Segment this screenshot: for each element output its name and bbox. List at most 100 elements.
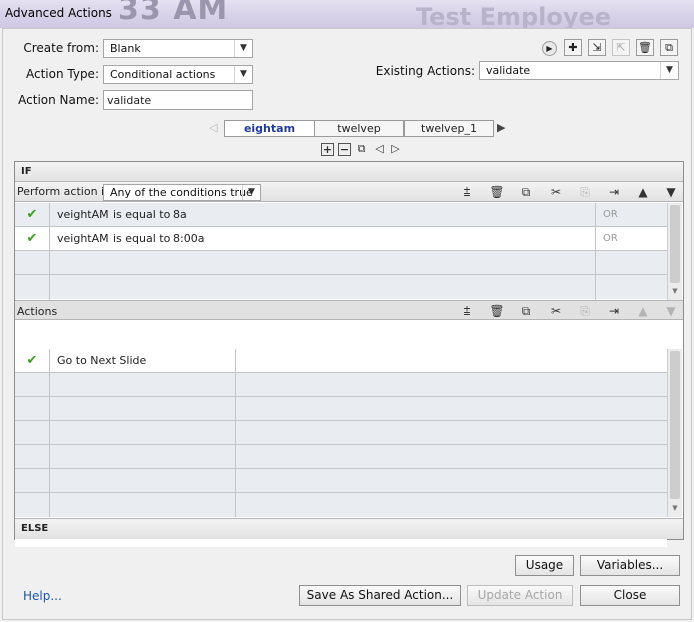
copy-action-button[interactable]: ⧉	[518, 304, 534, 318]
usage-button[interactable]: Usage	[515, 555, 574, 576]
delete-action-row-button[interactable]: 🗑	[489, 304, 505, 318]
action-row-empty[interactable]	[15, 445, 667, 469]
condition-value: 8a	[173, 208, 187, 221]
move-right-button[interactable]: ▷	[389, 143, 402, 156]
move-up-button[interactable]: ▲	[635, 185, 651, 199]
move-action-up-button[interactable]: ▲	[635, 304, 651, 318]
action-row-empty[interactable]	[15, 493, 667, 517]
background-text-time: 33 AM	[118, 0, 229, 27]
arrow-down-icon: ▼	[666, 304, 676, 318]
column-divider	[49, 349, 50, 517]
action-row-empty[interactable]	[15, 373, 667, 397]
action-type-select[interactable]: Conditional actions ▼	[103, 65, 253, 84]
else-header[interactable]: ELSE	[15, 518, 683, 539]
condition-row[interactable]: ✔ veightAM is equal to 8:00a OR	[15, 227, 667, 251]
action-row-empty[interactable]	[15, 469, 667, 493]
chevron-down-icon[interactable]: ▼	[668, 287, 682, 299]
create-from-value: Blank	[110, 42, 141, 55]
cut-action-button[interactable]: ✂	[548, 304, 564, 318]
column-divider	[235, 349, 236, 517]
condition-row-empty[interactable]	[15, 275, 667, 299]
check-icon: ✔	[26, 353, 38, 368]
tab-eightam[interactable]: eightam	[224, 120, 315, 137]
condition-mode-value: Any of the conditions true	[110, 186, 253, 199]
tab-scroll-left-icon[interactable]: ◁	[209, 121, 217, 134]
save-as-shared-action-button[interactable]: Save As Shared Action...	[299, 585, 461, 606]
paste-icon: ⎘	[580, 304, 590, 318]
background-text-name: Test Employee	[416, 3, 612, 28]
paste-action-button[interactable]: ⎘	[577, 304, 593, 318]
scissors-icon: ✂	[550, 304, 562, 318]
chevron-down-icon[interactable]: ▼	[668, 504, 682, 516]
plus-icon: +	[322, 143, 333, 156]
action-type-value: Conditional actions	[110, 68, 216, 81]
arrow-down-icon: ▼	[666, 185, 676, 199]
remove-decision-button[interactable]: −	[338, 143, 351, 156]
add-decision-button[interactable]: +	[321, 143, 334, 156]
scissors-icon: ✂	[550, 185, 562, 199]
action-name-input[interactable]: validate	[103, 90, 253, 110]
arrow-up-icon: ▲	[638, 185, 648, 199]
scroll-thumb[interactable]	[670, 351, 680, 499]
insert-after-button[interactable]: ⇥	[606, 185, 622, 199]
delete-action-button[interactable]: 🗑	[636, 39, 654, 56]
import-button[interactable]: ⇲	[588, 39, 606, 56]
action-name-label: Action Name:	[18, 93, 99, 107]
import-icon: ⇲	[592, 41, 602, 54]
trash-icon: 🗑	[489, 304, 505, 318]
close-button[interactable]: Close	[580, 585, 680, 606]
preview-button[interactable]: ▶	[542, 41, 557, 56]
insert-row-icon: ⩲	[463, 185, 471, 199]
condition-row-empty[interactable]	[15, 251, 667, 275]
tab-twelvep-1[interactable]: twelvep_1	[404, 120, 494, 137]
paste-row-button[interactable]: ⎘	[577, 185, 593, 199]
existing-actions-label: Existing Actions:	[375, 64, 475, 78]
trash-icon: 🗑	[638, 41, 652, 54]
actions-scrollbar[interactable]: ▼	[667, 349, 682, 517]
update-action-button[interactable]: Update Action	[467, 585, 573, 606]
move-down-button[interactable]: ▼	[663, 185, 679, 199]
triangle-left-icon: ◁	[375, 142, 384, 155]
insert-row-button[interactable]: ⩲	[459, 185, 475, 199]
condition-scrollbar[interactable]: ▼	[667, 203, 682, 300]
condition-value: 8:00a	[173, 232, 205, 245]
move-left-button[interactable]: ◁	[373, 143, 386, 156]
delete-row-button[interactable]: 🗑	[489, 185, 505, 199]
window-title: Advanced Actions	[5, 6, 112, 20]
cut-row-button[interactable]: ✂	[548, 185, 564, 199]
insert-action-after-button[interactable]: ⇥	[606, 304, 622, 318]
insert-after-icon: ⇥	[608, 185, 620, 199]
plus-icon: ✚	[568, 41, 578, 54]
check-icon: ✔	[26, 207, 38, 222]
condition-logic[interactable]: OR	[603, 203, 618, 227]
action-row-empty[interactable]	[15, 397, 667, 421]
duplicate-icon: ⧉	[665, 41, 673, 54]
create-from-select[interactable]: Blank ▼	[103, 39, 253, 58]
existing-actions-value: validate	[486, 64, 531, 77]
condition-logic[interactable]: OR	[603, 227, 618, 251]
action-row-empty[interactable]	[15, 421, 667, 445]
condition-variable: veightAM	[57, 232, 109, 245]
scroll-thumb[interactable]	[670, 205, 680, 283]
insert-action-button[interactable]: ⩲	[459, 304, 475, 318]
condition-mode-select[interactable]: Any of the conditions true ▼	[103, 184, 261, 201]
check-icon: ✔	[26, 231, 38, 246]
tab-twelvep[interactable]: twelvep	[314, 120, 404, 137]
duplicate-action-button[interactable]: ⧉	[660, 39, 678, 56]
condition-grid: ✔ veightAM is equal to 8a OR ✔ veightAM …	[15, 203, 667, 300]
create-from-label: Create from:	[23, 41, 99, 55]
help-link[interactable]: Help...	[23, 589, 62, 603]
tab-scroll-right-icon[interactable]: ▶	[497, 121, 505, 134]
perform-action-bar: Perform action if: Any of the conditions…	[15, 182, 683, 202]
new-action-button[interactable]: ✚	[564, 39, 582, 56]
existing-actions-select[interactable]: validate ▼	[479, 61, 679, 80]
action-row[interactable]: ✔ Go to Next Slide	[15, 349, 667, 373]
decision-panel: IF Perform action if: Any of the conditi…	[14, 161, 684, 547]
export-button[interactable]: ⇱	[612, 39, 630, 56]
copy-icon: ⧉	[521, 304, 531, 318]
move-action-down-button[interactable]: ▼	[663, 304, 679, 318]
copy-row-button[interactable]: ⧉	[518, 185, 534, 199]
variables-button[interactable]: Variables...	[580, 555, 680, 576]
copy-decision-button[interactable]: ⧉	[355, 143, 368, 156]
condition-row[interactable]: ✔ veightAM is equal to 8a OR	[15, 203, 667, 227]
